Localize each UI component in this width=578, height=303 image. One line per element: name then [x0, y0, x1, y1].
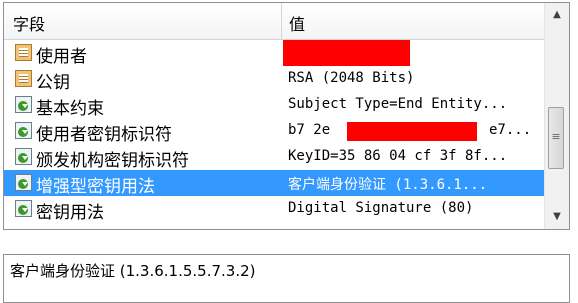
row-field: 密钥用法	[36, 203, 104, 223]
extension-icon	[15, 122, 32, 139]
grip-icon: ≡	[551, 130, 561, 143]
row-value: RSA (2048 Bits)	[288, 70, 415, 86]
redaction-block	[283, 40, 410, 66]
extension-icon	[15, 148, 32, 165]
list-row-enhanced-key-usage[interactable]: 增强型密钥用法 客户端身份验证 (1.3.6.1...	[4, 170, 545, 197]
list-row-authority-key-id[interactable]: 颁发机构密钥标识符 KeyID=35 86 04 cf 3f 8f...	[4, 144, 545, 171]
row-field: 使用者密钥标识符	[36, 125, 172, 145]
row-field: 使用者	[36, 47, 87, 67]
document-icon	[15, 44, 32, 61]
row-value: Digital Signature (80)	[288, 200, 474, 216]
row-field: 公钥	[36, 73, 70, 93]
document-icon	[15, 70, 32, 87]
field-detail-textbox[interactable]: 客户端身份验证 (1.3.6.1.5.5.7.3.2)	[3, 254, 570, 303]
field-detail-text: 客户端身份验证 (1.3.6.1.5.5.7.3.2)	[10, 262, 256, 280]
list-rows: 使用者 公钥 RSA (2048 Bits) 基本约束 Subject Type…	[4, 40, 545, 229]
list-row-subject-key-id[interactable]: 使用者密钥标识符 b7 2e e7...	[4, 118, 545, 145]
list-row-basic-constraints[interactable]: 基本约束 Subject Type=End Entity...	[4, 92, 545, 119]
column-header-field-label: 字段	[13, 15, 46, 34]
row-value: KeyID=35 86 04 cf 3f 8f...	[288, 148, 508, 164]
list-row-subject[interactable]: 使用者	[4, 40, 545, 67]
list-row-key-usage[interactable]: 密钥用法 Digital Signature (80)	[4, 196, 545, 223]
row-value: Subject Type=End Entity...	[288, 96, 508, 112]
scroll-down-arrow-icon[interactable]: ▼	[545, 207, 569, 227]
row-field: 颁发机构密钥标识符	[36, 151, 189, 171]
list-header: 字段 值	[4, 3, 545, 40]
redaction-block	[347, 122, 477, 141]
extension-icon	[15, 174, 32, 191]
certificate-fields-list[interactable]: 字段 值 使用者 公钥 RSA (2048 Bits) 基本约束 Subject…	[3, 2, 570, 230]
scroll-thumb[interactable]: ≡	[548, 107, 564, 169]
extension-icon	[15, 96, 32, 113]
row-field: 基本约束	[36, 99, 104, 119]
vertical-scrollbar[interactable]: ▲ ≡ ▼	[544, 3, 569, 229]
column-header-field[interactable]: 字段	[4, 3, 282, 39]
row-value-tail: e7...	[489, 122, 532, 138]
scroll-up-arrow-icon[interactable]: ▲	[545, 5, 569, 25]
row-value: b7 2e	[288, 122, 331, 138]
extension-icon	[15, 200, 32, 217]
list-row-public-key[interactable]: 公钥 RSA (2048 Bits)	[4, 66, 545, 93]
row-field: 增强型密钥用法	[36, 177, 155, 197]
column-header-value-label[interactable]: 值	[289, 11, 305, 35]
row-value: 客户端身份验证 (1.3.6.1...	[288, 177, 488, 193]
